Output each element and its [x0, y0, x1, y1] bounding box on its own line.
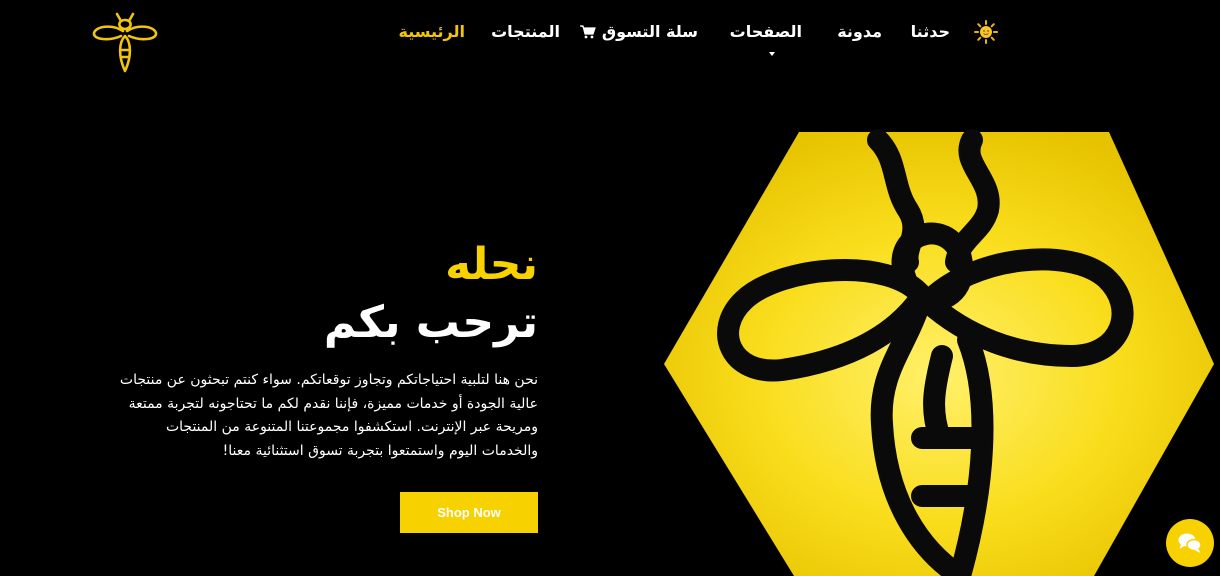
nav-cart[interactable]: سلة التسوق	[579, 22, 698, 41]
bee-hexagon-illustration	[664, 129, 1214, 576]
page: الرئيسية المنتجات سلة التسوق الصفحات مدو…	[0, 0, 1220, 576]
nav-pages-dropdown[interactable]: الصفحات	[730, 22, 802, 41]
nav-home[interactable]: الرئيسية	[399, 22, 466, 41]
nav-blog[interactable]: مدونة	[837, 22, 882, 41]
chat-bubbles-icon	[1178, 533, 1202, 553]
main-navbar: الرئيسية المنتجات سلة التسوق الصفحات مدو…	[0, 0, 1220, 66]
caret-down-icon	[769, 52, 775, 56]
nav-cart-label: سلة التسوق	[601, 22, 698, 41]
hero-description: نحن هنا لتلبية احتياجاتكم وتجاوز توقعاتك…	[119, 372, 538, 459]
chat-button[interactable]	[1166, 519, 1214, 567]
nav-contact[interactable]: حدثنا	[911, 22, 950, 41]
hero-subtitle: ترحب بكم	[323, 297, 538, 348]
hero-title: نحله	[445, 239, 538, 290]
shop-now-button[interactable]: Shop Now	[400, 492, 538, 533]
nav-products[interactable]: المنتجات	[491, 22, 560, 41]
cart-icon	[579, 24, 596, 38]
sun-icon[interactable]	[974, 20, 998, 44]
